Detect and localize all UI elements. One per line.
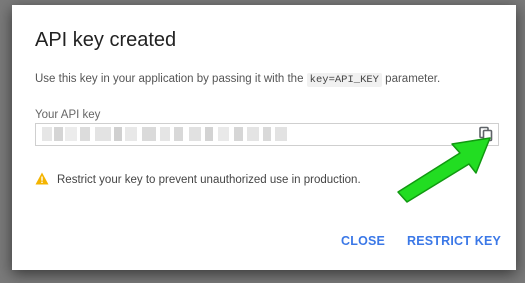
api-key-field[interactable] bbox=[35, 123, 499, 146]
copy-key-button[interactable] bbox=[478, 126, 494, 142]
dialog-actions: CLOSE RESTRICT KEY bbox=[12, 234, 516, 254]
description-text: Use this key in your application by pass… bbox=[35, 73, 307, 85]
description-text-end: parameter. bbox=[381, 73, 441, 85]
description-code: key=API_KEY bbox=[306, 73, 382, 87]
api-key-dialog: API key created Use this key in your app… bbox=[12, 5, 516, 270]
copy-icon bbox=[479, 126, 493, 142]
api-key-value-redacted[interactable] bbox=[42, 127, 290, 141]
warning-message: Restrict your key to prevent unauthorize… bbox=[35, 172, 361, 186]
api-key-label: Your API key bbox=[35, 109, 101, 121]
warning-icon bbox=[35, 172, 49, 185]
dialog-description: Use this key in your application by pass… bbox=[35, 73, 441, 87]
dialog-title: API key created bbox=[35, 29, 177, 51]
warning-text: Restrict your key to prevent unauthorize… bbox=[57, 174, 361, 186]
restrict-key-button[interactable]: RESTRICT KEY bbox=[407, 234, 501, 248]
close-button[interactable]: CLOSE bbox=[341, 234, 385, 248]
